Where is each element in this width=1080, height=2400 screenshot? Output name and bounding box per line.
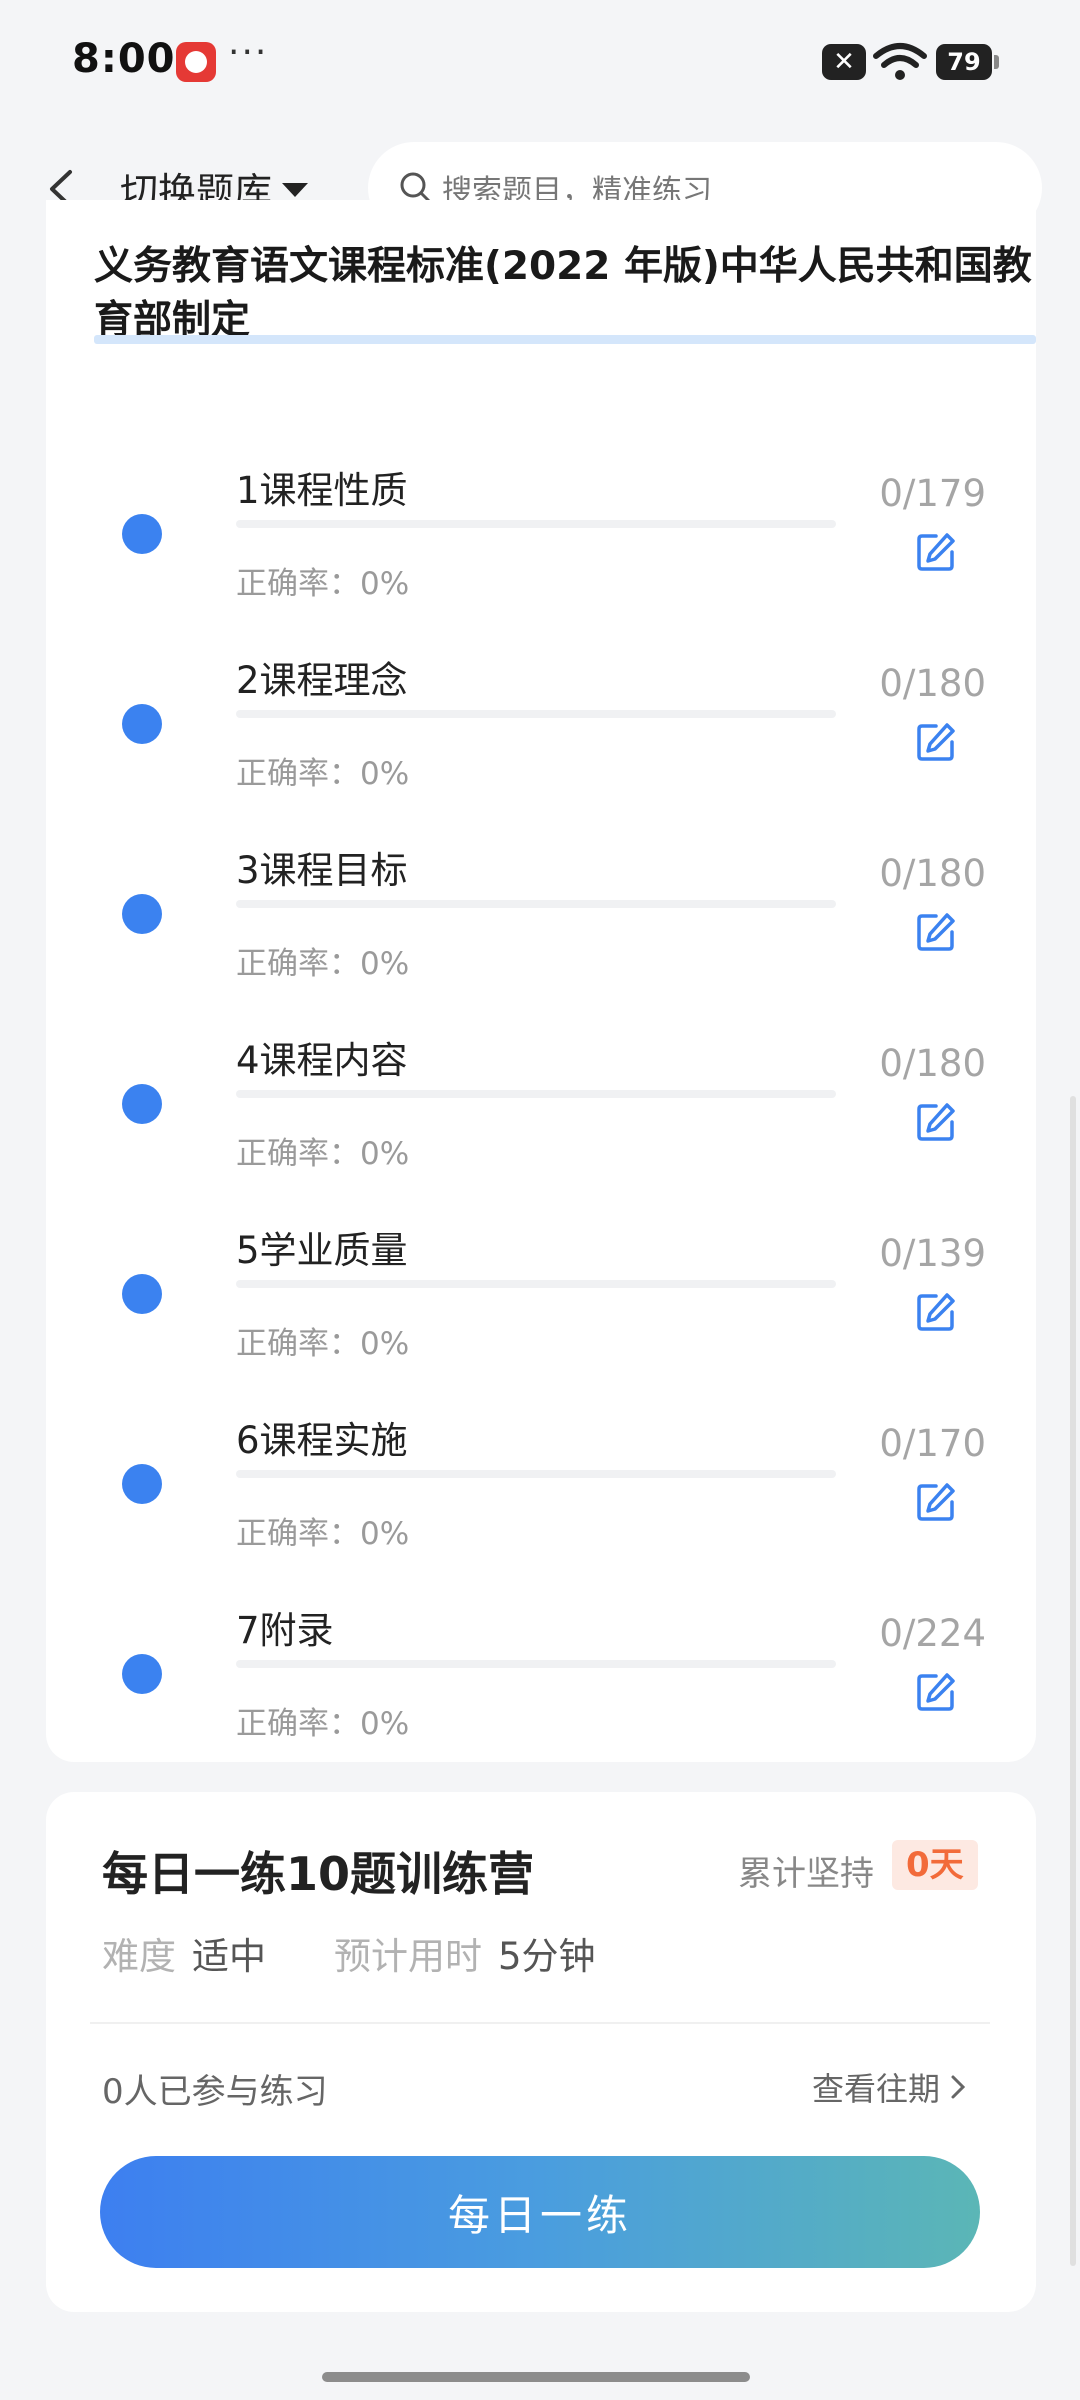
chapter-progress-bar <box>236 1280 836 1288</box>
chevron-right-icon <box>951 2075 966 2099</box>
chapter-question-count: 0/224 <box>879 1612 986 1655</box>
estimated-time-value: 5分钟 <box>498 1935 596 1978</box>
status-bar: 8:00 ··· ✕ 79 <box>0 0 1080 124</box>
chapter-bullet <box>122 1464 162 1504</box>
chapter-progress-bar <box>236 1090 836 1098</box>
view-history-label: 查看往期 <box>812 2070 941 2108</box>
streak-badge: 0天 <box>892 1840 978 1890</box>
more-notifications-icon: ··· <box>228 32 269 73</box>
chapter-row[interactable]: 3课程目标正确率：0% 0/180 <box>46 830 1036 1020</box>
edit-practice-icon[interactable] <box>914 1670 958 1714</box>
chapter-row[interactable]: 2课程理念正确率：0% 0/180 <box>46 640 1036 830</box>
chapter-row[interactable]: 6课程实施正确率：0% 0/170 <box>46 1400 1036 1590</box>
chapter-bullet <box>122 704 162 744</box>
chapter-accuracy: 正确率：0% <box>236 1516 410 1552</box>
daily-practice-button[interactable]: 每日一练 <box>100 2156 980 2268</box>
edit-practice-icon[interactable] <box>914 1100 958 1144</box>
chapter-name: 1课程性质 <box>236 469 408 512</box>
chapter-name: 4课程内容 <box>236 1039 408 1082</box>
chapter-name: 2课程理念 <box>236 659 408 702</box>
chapter-accuracy: 正确率：0% <box>236 1136 410 1172</box>
practice-meta: 难度 适中 预计用时 5分钟 <box>102 1926 664 1980</box>
chapter-bullet <box>122 514 162 554</box>
streak-label: 累计坚持 <box>738 1854 874 1894</box>
battery-icon: 79 <box>936 44 999 80</box>
estimated-time-label: 预计用时 <box>334 1935 482 1978</box>
chapter-name: 6课程实施 <box>236 1419 408 1462</box>
chapter-bullet <box>122 1084 162 1124</box>
chapter-progress-bar <box>236 520 836 528</box>
daily-practice-card: 每日一练10题训练营 累计坚持 0天 难度 适中 预计用时 5分钟 0人已参与练… <box>46 1792 1036 2312</box>
edit-practice-icon[interactable] <box>914 910 958 954</box>
edit-practice-icon[interactable] <box>914 1480 958 1524</box>
participants-count: 0人已参与练习 <box>102 2072 328 2112</box>
chapter-accuracy: 正确率：0% <box>236 1326 410 1362</box>
chapter-bullet <box>122 894 162 934</box>
chapter-row[interactable]: 4课程内容正确率：0% 0/180 <box>46 1020 1036 1210</box>
edit-practice-icon[interactable] <box>914 1290 958 1334</box>
chapter-question-count: 0/179 <box>879 472 986 515</box>
chapter-question-count: 0/139 <box>879 1232 986 1275</box>
book-title: 义务教育语文课程标准(2022 年版)中华人民共和国教育部制定 <box>94 244 1032 343</box>
chapter-progress-bar <box>236 1660 836 1668</box>
chapter-question-count: 0/180 <box>879 852 986 895</box>
daily-practice-title: 每日一练10题训练营 <box>102 1847 535 1901</box>
divider <box>90 2022 990 2024</box>
chapter-question-count: 0/180 <box>879 662 986 705</box>
chapter-name: 5学业质量 <box>236 1229 408 1272</box>
edit-practice-icon[interactable] <box>914 530 958 574</box>
chapter-accuracy: 正确率：0% <box>236 566 410 602</box>
edit-practice-icon[interactable] <box>914 720 958 764</box>
wifi-icon <box>873 43 927 80</box>
chapter-progress-bar <box>236 900 836 908</box>
notification-x-icon: ✕ <box>822 44 866 80</box>
view-history-link[interactable]: 查看往期 <box>812 2064 966 2110</box>
chapter-row[interactable]: 1课程性质正确率：0% 0/179 <box>46 450 1036 640</box>
status-time: 8:00 <box>72 36 176 82</box>
chapter-name: 3课程目标 <box>236 849 408 892</box>
chapter-row[interactable]: 7附录正确率：0% 0/224 <box>46 1590 1036 1780</box>
chapter-question-count: 0/180 <box>879 1042 986 1085</box>
chapter-bullet <box>122 1274 162 1314</box>
chapter-accuracy: 正确率：0% <box>236 1706 410 1742</box>
chapter-row[interactable]: 5学业质量正确率：0% 0/139 <box>46 1210 1036 1400</box>
chapter-progress-bar <box>236 1470 836 1478</box>
chapter-name: 7附录 <box>236 1609 334 1652</box>
chapter-accuracy: 正确率：0% <box>236 756 410 792</box>
difficulty-label: 难度 <box>102 1935 176 1978</box>
chapter-accuracy: 正确率：0% <box>236 946 410 982</box>
chapter-bullet <box>122 1654 162 1694</box>
title-underline <box>94 335 1036 344</box>
chapter-question-count: 0/170 <box>879 1422 986 1465</box>
difficulty-value: 适中 <box>192 1935 266 1978</box>
scrollbar[interactable] <box>1070 1096 1076 2266</box>
caret-down-icon <box>282 183 309 197</box>
app-icon <box>176 42 216 82</box>
chapter-card: 义务教育语文课程标准(2022 年版)中华人民共和国教育部制定 1课程性质正确率… <box>46 200 1036 1762</box>
chapter-progress-bar <box>236 710 836 718</box>
home-indicator[interactable] <box>322 2372 750 2382</box>
